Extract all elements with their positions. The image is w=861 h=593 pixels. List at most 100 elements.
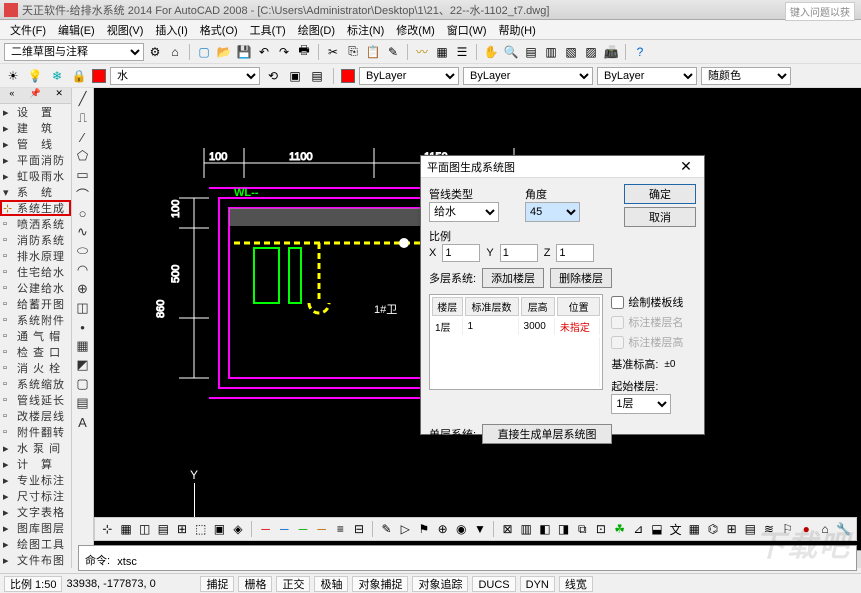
spline-icon[interactable]: ∿ — [74, 223, 92, 241]
menu-edit[interactable]: 编辑(E) — [52, 20, 101, 40]
new-icon[interactable]: ▢ — [195, 43, 213, 61]
dialog-titlebar[interactable]: 平面图生成系统图 ✕ — [421, 156, 704, 178]
tt-31-icon[interactable]: ▦ — [686, 520, 703, 538]
tt-10-icon[interactable]: ─ — [276, 520, 293, 538]
bylayer-color-combo[interactable]: ByLayer — [359, 67, 459, 85]
help-icon[interactable]: ? — [631, 43, 649, 61]
sidebar-item-pump[interactable]: ▸水 泵 间 — [0, 440, 71, 456]
poly-icon[interactable]: ⎍ — [74, 109, 92, 127]
layer-prev-icon[interactable]: ⟲ — [264, 67, 282, 85]
sidebar-item-text[interactable]: ▸文字表格 — [0, 504, 71, 520]
plot-style-combo[interactable]: 随颜色 — [701, 67, 791, 85]
pipe-type-select[interactable]: 给水 — [429, 202, 499, 222]
menu-window[interactable]: 窗口(W) — [441, 20, 493, 40]
tt-27-icon[interactable]: ☘ — [611, 520, 628, 538]
tt-24-icon[interactable]: ◨ — [555, 520, 572, 538]
tt-19-icon[interactable]: ◉ — [453, 520, 470, 538]
layer-color-swatch[interactable] — [92, 69, 106, 83]
sidebar-item-spray[interactable]: ▫喷洒系统 — [0, 216, 71, 232]
sidebar-item-scale[interactable]: ▫系统缩放 — [0, 376, 71, 392]
status-osnap[interactable]: 对象捕捉 — [352, 576, 408, 592]
menu-insert[interactable]: 插入(I) — [149, 20, 193, 40]
status-snap[interactable]: 捕捉 — [200, 576, 234, 592]
del-floor-button[interactable]: 删除楼层 — [550, 268, 612, 288]
tt-12-icon[interactable]: ─ — [313, 520, 330, 538]
tt-14-icon[interactable]: ⊟ — [351, 520, 368, 538]
sidebar-item-profdim[interactable]: ▸专业标注 — [0, 472, 71, 488]
tt-18-icon[interactable]: ⊕ — [434, 520, 451, 538]
tt-11-icon[interactable]: ─ — [295, 520, 312, 538]
workspace-combo[interactable]: 二维草图与注释 — [4, 43, 144, 61]
tt-9-icon[interactable]: ─ — [257, 520, 274, 538]
sidebar-item-drawtool[interactable]: ▸绘图工具 — [0, 536, 71, 552]
sidebar-item-flip[interactable]: ▫附件翻转 — [0, 424, 71, 440]
tt-25-icon[interactable]: ⧉ — [574, 520, 591, 538]
tt-22-icon[interactable]: ▥ — [518, 520, 535, 538]
menu-file[interactable]: 文件(F) — [4, 20, 52, 40]
tt-2-icon[interactable]: ▦ — [118, 520, 135, 538]
sidebar-close-icon[interactable]: ✕ — [47, 88, 71, 103]
dialog-close-icon[interactable]: ✕ — [674, 158, 698, 176]
sidebar-pin-icon[interactable]: 📌 — [24, 88, 48, 103]
calc-icon[interactable]: 📠 — [602, 43, 620, 61]
sidebar-item-storage[interactable]: ▫给蓄开图 — [0, 296, 71, 312]
sidebar-item-sizedim[interactable]: ▸尺寸标注 — [0, 488, 71, 504]
tt-13-icon[interactable]: ≡ — [332, 520, 349, 538]
menu-format[interactable]: 格式(O) — [194, 20, 244, 40]
add-floor-button[interactable]: 添加楼层 — [482, 268, 544, 288]
region-icon[interactable]: ▢ — [74, 375, 92, 393]
help-hint[interactable]: 键入问题以获 — [785, 2, 855, 21]
circle-icon[interactable]: ○ — [74, 204, 92, 222]
status-lwt[interactable]: 线宽 — [559, 576, 593, 592]
tt-20-icon[interactable]: ▼ — [472, 520, 489, 538]
hatch-icon[interactable]: ▦ — [74, 337, 92, 355]
line-icon[interactable]: ╱ — [74, 90, 92, 108]
table-row[interactable]: 1层1 3000未指定 — [432, 318, 600, 335]
status-ortho[interactable]: 正交 — [276, 576, 310, 592]
tt-30-icon[interactable]: 文 — [667, 520, 684, 538]
ws-gear-icon[interactable]: ⚙ — [146, 43, 164, 61]
pan-icon[interactable]: ✋ — [482, 43, 500, 61]
paste-icon[interactable]: 📋 — [364, 43, 382, 61]
gradient-icon[interactable]: ◩ — [74, 356, 92, 374]
sidebar-item-vent[interactable]: ▫通 气 帽 — [0, 328, 71, 344]
lock-icon[interactable]: 🔒 — [70, 67, 88, 85]
direct-gen-button[interactable]: 直接生成单层系统图 — [482, 424, 612, 444]
block-icon[interactable]: ▦ — [433, 43, 451, 61]
sidebar-item-calc[interactable]: ▸计 算 — [0, 456, 71, 472]
ratio-y-input[interactable] — [500, 244, 538, 262]
draw-floorline-checkbox[interactable] — [611, 296, 624, 309]
mtext-icon[interactable]: A — [74, 413, 92, 431]
tt-28-icon[interactable]: ⊿ — [630, 520, 647, 538]
ratio-x-input[interactable] — [442, 244, 480, 262]
props-icon[interactable]: ☰ — [453, 43, 471, 61]
palette-icon[interactable]: ▥ — [542, 43, 560, 61]
point-icon[interactable]: • — [74, 318, 92, 336]
floor-table[interactable]: 楼层标准层数 层高位置 1层1 3000未指定 — [429, 294, 603, 390]
ws-home-icon[interactable]: ⌂ — [166, 43, 184, 61]
command-line[interactable]: 命令: xtsc — [78, 545, 857, 571]
tt-33-icon[interactable]: ⊞ — [723, 520, 740, 538]
ratio-z-input[interactable] — [556, 244, 594, 262]
insert-icon[interactable]: ⊕ — [74, 280, 92, 298]
tt-32-icon[interactable]: ⌬ — [705, 520, 722, 538]
layer-mgr-icon[interactable]: ☀ — [4, 67, 22, 85]
print-icon[interactable]: 🖶 — [295, 43, 313, 61]
match-icon[interactable]: ✎ — [384, 43, 402, 61]
bylayer-weight-combo[interactable]: ByLayer — [597, 67, 697, 85]
ok-button[interactable]: 确定 — [624, 184, 696, 204]
arc-icon[interactable]: ⌒ — [74, 185, 92, 203]
open-icon[interactable]: 📂 — [215, 43, 233, 61]
tt-23-icon[interactable]: ◧ — [537, 520, 554, 538]
status-scale[interactable]: 比例 1:50 — [4, 576, 62, 592]
bulb-icon[interactable]: 💡 — [26, 67, 44, 85]
start-floor-select[interactable]: 1层 — [611, 394, 671, 414]
sidebar-item-sysgen[interactable]: ⊹系统生成 — [0, 200, 71, 216]
cancel-button[interactable]: 取消 — [624, 207, 696, 227]
sidebar-item-firesys[interactable]: ▫消防系统 — [0, 232, 71, 248]
sidebar-item-siphon[interactable]: ▸虹吸雨水 — [0, 168, 71, 184]
sidebar-item-drain[interactable]: ▫排水原理 — [0, 248, 71, 264]
sidebar-item-lib[interactable]: ▸图库图层 — [0, 520, 71, 536]
cut-icon[interactable]: ✂ — [324, 43, 342, 61]
makeblock-icon[interactable]: ◫ — [74, 299, 92, 317]
